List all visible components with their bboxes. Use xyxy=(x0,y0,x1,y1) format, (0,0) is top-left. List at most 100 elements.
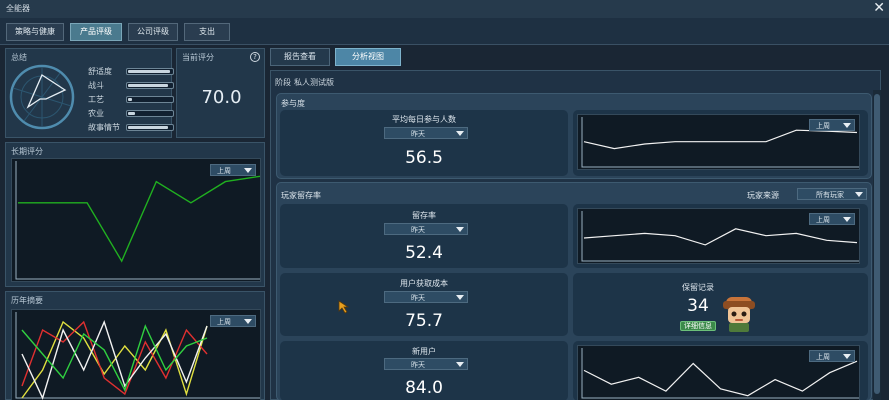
summary-panel: 总结 舒适度 战斗 工艺 农业 故事情节 xyxy=(5,48,174,138)
current-score-title: 当前评分 xyxy=(182,53,214,62)
chevron-down-icon xyxy=(456,131,464,136)
metric-title: 平均每日参与人数 xyxy=(392,115,456,124)
retention-period-dropdown[interactable]: 昨天 xyxy=(384,223,468,235)
dropdown-label: 上周 xyxy=(816,353,830,361)
metric-title: 保留记录 xyxy=(682,283,714,292)
close-icon[interactable]: ✕ xyxy=(873,0,885,16)
stat-bar xyxy=(126,124,174,131)
nav-tab-strategy-health[interactable]: 策略与健康 xyxy=(6,23,64,41)
history-series-line xyxy=(21,320,208,396)
stat-bar xyxy=(126,110,174,117)
tab-analysis-view[interactable]: 分析视图 xyxy=(335,48,401,66)
stage-value: 私人测试版 xyxy=(294,78,334,87)
chevron-down-icon xyxy=(456,362,464,367)
chevron-down-icon xyxy=(843,354,851,359)
long-term-series-line xyxy=(18,175,261,263)
metric-value: 56.5 xyxy=(405,148,443,168)
retention-chart-card: 上周 xyxy=(573,204,868,268)
long-term-panel: 长期评分 上周 xyxy=(5,142,265,287)
dropdown-label: 上周 xyxy=(217,167,231,175)
radar-chart xyxy=(9,64,75,130)
chevron-down-icon xyxy=(456,227,464,232)
stage-label: 阶段 xyxy=(275,78,291,87)
analysis-view-pane: 阶段 私人测试版 参与度 平均每日参与人数 昨天 56.5 上周 玩家留存率 玩… xyxy=(270,70,881,400)
title-bar: 全能器 ✕ xyxy=(0,0,889,18)
dropdown-label: 昨天 xyxy=(411,226,425,234)
long-term-chart xyxy=(11,158,261,282)
mouse-cursor-icon xyxy=(338,300,350,314)
stat-label: 舒适度 xyxy=(88,67,112,76)
new-users-chart-card: 上周 xyxy=(573,341,868,400)
retention-chart-dropdown[interactable]: 上周 xyxy=(809,213,855,225)
metric-value: 84.0 xyxy=(405,378,443,398)
stat-bar xyxy=(126,82,174,89)
metric-title: 用户获取成本 xyxy=(400,279,448,288)
metric-value: 34 xyxy=(687,296,709,316)
retention-title: 玩家留存率 xyxy=(281,191,321,200)
stat-bar-fill xyxy=(128,126,168,129)
dropdown-label: 昨天 xyxy=(411,130,425,138)
metric-title: 新用户 xyxy=(412,347,436,356)
avg-daily-participants-card: 平均每日参与人数 昨天 56.5 xyxy=(280,110,568,176)
new-users-series-line xyxy=(583,360,858,397)
participation-title: 参与度 xyxy=(281,99,305,108)
history-period-dropdown[interactable]: 上周 xyxy=(210,315,256,327)
player-source-label: 玩家来源 xyxy=(747,191,779,200)
participation-section: 参与度 平均每日参与人数 昨天 56.5 上周 xyxy=(276,93,872,179)
acquisition-period-dropdown[interactable]: 昨天 xyxy=(384,291,468,303)
window-title: 全能器 xyxy=(6,4,30,13)
scrollbar-thumb[interactable] xyxy=(874,94,880,394)
long-term-period-dropdown[interactable]: 上周 xyxy=(210,164,256,176)
stat-label: 农业 xyxy=(88,109,104,118)
chevron-down-icon xyxy=(843,217,851,222)
chevron-down-icon xyxy=(244,168,252,173)
metric-value: 52.4 xyxy=(405,243,443,263)
new-users-period-dropdown[interactable]: 昨天 xyxy=(384,358,468,370)
stat-bar-fill xyxy=(128,70,170,73)
history-panel: 历年摘要 上周 xyxy=(5,291,265,400)
long-term-axes xyxy=(15,161,260,280)
dropdown-label: 上周 xyxy=(816,216,830,224)
participation-period-dropdown[interactable]: 昨天 xyxy=(384,127,468,139)
stat-bar xyxy=(126,96,174,103)
chevron-down-icon xyxy=(244,319,252,324)
history-title: 历年摘要 xyxy=(11,296,43,305)
participation-chart-card: 上周 xyxy=(573,110,868,176)
dropdown-label: 昨天 xyxy=(411,294,425,302)
stat-bar xyxy=(126,68,174,75)
chevron-down-icon xyxy=(456,295,464,300)
acquisition-cost-card: 用户获取成本 昨天 75.7 xyxy=(280,273,568,336)
stat-label: 工艺 xyxy=(88,95,104,104)
participation-chart-dropdown[interactable]: 上周 xyxy=(809,119,855,131)
retained-records-card: 保留记录 34 详细信息 xyxy=(573,273,868,336)
vertical-scrollbar[interactable] xyxy=(873,90,881,400)
long-term-title: 长期评分 xyxy=(11,147,43,156)
stat-bar-fill xyxy=(128,84,168,87)
player-source-dropdown[interactable]: 所有玩家 xyxy=(797,188,867,200)
tab-report-view[interactable]: 报告查看 xyxy=(270,48,330,66)
nav-tab-expenses[interactable]: 支出 xyxy=(184,23,230,41)
retention-rate-card: 留存率 昨天 52.4 xyxy=(280,204,568,268)
retention-section: 玩家留存率 玩家来源 所有玩家 留存率 昨天 52.4 上周 用户获取成本 昨天… xyxy=(276,182,872,400)
details-button[interactable]: 详细信息 xyxy=(680,321,716,331)
nav-tab-company-rating[interactable]: 公司评级 xyxy=(128,23,178,41)
stat-label: 故事情节 xyxy=(88,123,120,132)
stat-bar-fill xyxy=(128,112,135,115)
retention-series-line xyxy=(583,228,858,246)
history-series-line xyxy=(21,324,208,392)
current-score-panel: 当前评分 ? 70.0 xyxy=(176,48,265,138)
chevron-down-icon xyxy=(855,192,863,197)
chevron-down-icon xyxy=(843,123,851,128)
new-users-chart-dropdown[interactable]: 上周 xyxy=(809,350,855,362)
dropdown-label: 上周 xyxy=(816,122,830,130)
metric-title: 留存率 xyxy=(412,211,436,220)
participation-series-line xyxy=(583,129,858,150)
question-icon[interactable]: ? xyxy=(250,52,260,62)
top-navigation: 策略与健康 产品评级 公司评级 支出 xyxy=(0,18,889,45)
character-avatar-icon xyxy=(723,297,755,332)
long-term-svg xyxy=(15,161,261,280)
dropdown-label: 上周 xyxy=(217,318,231,326)
nav-tab-product-rating[interactable]: 产品评级 xyxy=(70,23,122,41)
metric-value: 75.7 xyxy=(405,311,443,331)
new-users-card: 新用户 昨天 84.0 xyxy=(280,341,568,400)
